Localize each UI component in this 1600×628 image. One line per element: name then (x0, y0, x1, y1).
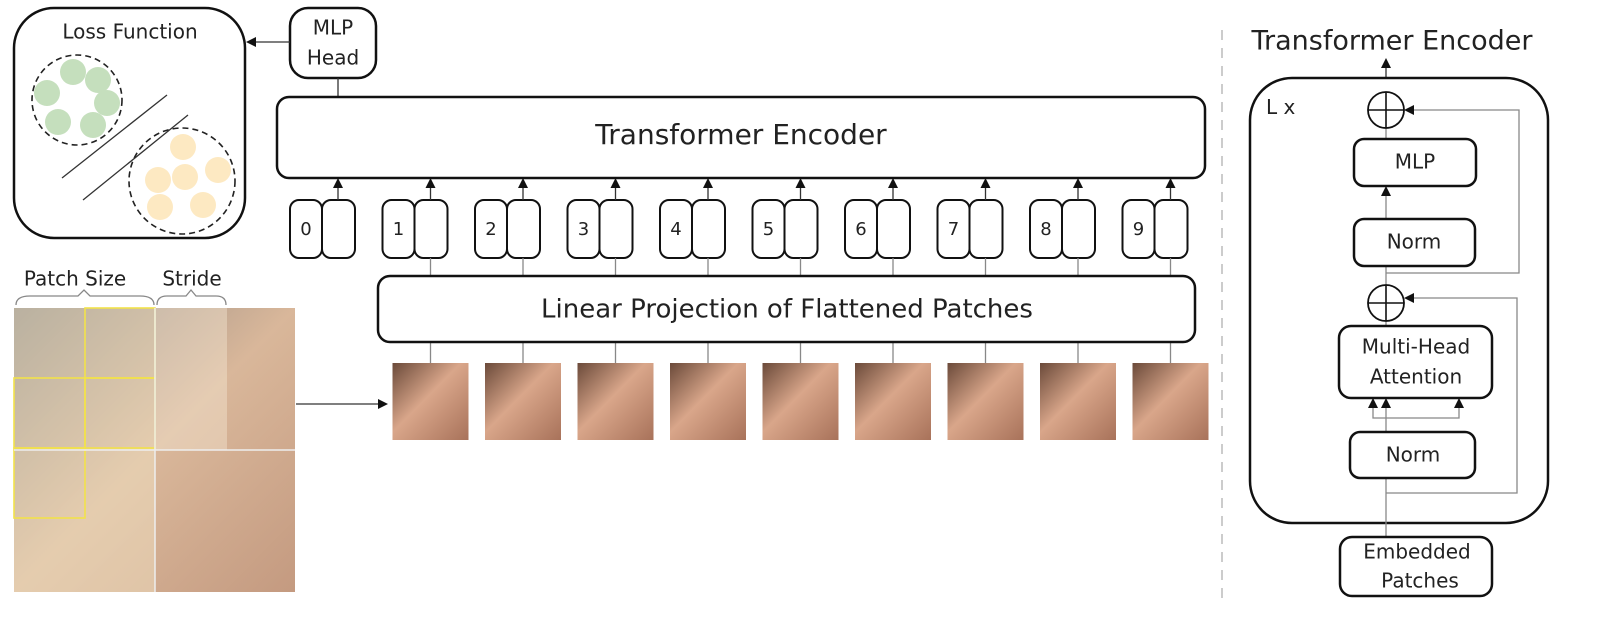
patch-images (392, 363, 1209, 440)
token-index: 5 (763, 219, 774, 240)
vit-diagram: Loss Function MLP Head Transformer Encod… (12, 6, 1550, 600)
loss-function-title: Loss Function (62, 20, 197, 44)
image-patch (855, 363, 931, 440)
input-image: Patch Size Stride (13, 267, 295, 592)
image-patch (577, 363, 654, 440)
transformer-encoder-label: Transformer Encoder (594, 118, 887, 151)
mlp-label: MLP (1395, 150, 1435, 174)
patch-embedding (783, 199, 819, 259)
add-icon (1367, 284, 1405, 322)
patch-embedding (413, 199, 449, 259)
loss-function-panel: Loss Function (12, 6, 247, 240)
token-index: 6 (855, 219, 866, 240)
patch-size-brace (15, 289, 155, 306)
image-patch (392, 363, 469, 440)
transformer-encoder-block: Transformer Encoder (275, 95, 1207, 180)
repeat-label: L x (1266, 95, 1296, 119)
add-icon (1367, 91, 1405, 129)
patch-embedding (876, 199, 911, 259)
token-index: 7 (948, 219, 959, 240)
token-index: 2 (485, 219, 496, 240)
image-patch (1132, 363, 1209, 440)
image-patch (762, 363, 839, 440)
image-patch (1040, 363, 1116, 440)
token-index: 8 (1040, 219, 1051, 240)
token-index: 9 (1133, 219, 1144, 240)
norm-label: Norm (1387, 230, 1442, 254)
mlp-head-label: MLP (313, 16, 353, 40)
mha-label: Attention (1370, 365, 1462, 389)
stride-brace (156, 288, 227, 306)
patch-embedding (1153, 199, 1189, 259)
mlp-box: MLP (1352, 137, 1478, 188)
token-index: 1 (393, 219, 404, 240)
embedded-patches-box: Embedded Patches (1338, 535, 1494, 598)
token-index: 0 (300, 219, 311, 240)
encoder-detail-title: Transformer Encoder (1251, 26, 1534, 57)
mlp-head: MLP Head (288, 6, 378, 80)
image-patch (670, 363, 746, 440)
embedded-patches-label: Patches (1381, 569, 1459, 593)
token-index: 3 (578, 219, 589, 240)
mha-label: Multi-Head (1362, 335, 1470, 359)
image-patch (485, 363, 561, 440)
multi-head-attention-box: Multi-Head Attention (1337, 324, 1494, 400)
patch-embedding (506, 199, 541, 259)
token-index: 4 (670, 219, 681, 240)
patch-size-label: Patch Size (24, 267, 126, 291)
image-patch (947, 363, 1024, 440)
token-0: 0 (289, 178, 356, 259)
norm-box-top: Norm (1352, 217, 1477, 268)
norm-label: Norm (1386, 443, 1441, 467)
linear-projection-block: Linear Projection of Flattened Patches (376, 274, 1197, 344)
stride-label: Stride (162, 267, 221, 291)
patch-embedding (691, 199, 726, 259)
norm-box-bottom: Norm (1348, 430, 1477, 480)
embedded-patches-label: Embedded (1363, 540, 1471, 564)
encoder-detail: Transformer Encoder L x MLP Norm Multi-H… (1248, 26, 1550, 598)
patch-embedding (598, 199, 634, 259)
linear-projection-label: Linear Projection of Flattened Patches (541, 295, 1033, 325)
mlp-head-label: Head (307, 46, 359, 70)
patch-embedding (1061, 199, 1096, 259)
patch-embedding (968, 199, 1004, 259)
patch-embedding (321, 199, 356, 259)
